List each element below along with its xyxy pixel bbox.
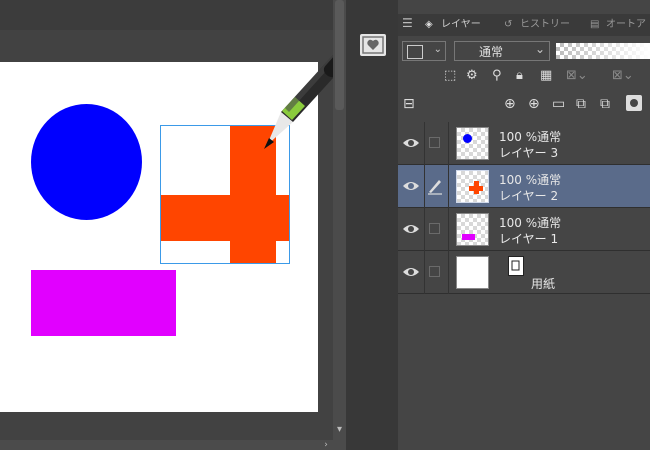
canvas-horizontal-scrollbar[interactable] [0, 440, 346, 450]
eye-icon[interactable] [402, 222, 420, 236]
vertical-scroll-thumb[interactable] [335, 0, 344, 110]
chevron-down-icon: ⌄ [534, 42, 545, 56]
layer-thumbnail [456, 127, 489, 160]
panel-menu-icon[interactable]: ☰ [402, 16, 413, 30]
lock-transparency-icon[interactable]: ⚲ [492, 68, 502, 83]
scroll-down-arrow-icon[interactable]: ▾ [333, 422, 346, 438]
layer-list-empty-area [398, 295, 650, 450]
layer-name: レイヤー 2 [499, 189, 559, 203]
layer-row[interactable]: 100 %通常 レイヤー 1 [398, 208, 650, 251]
scroll-right-arrow-icon[interactable]: › [320, 440, 332, 450]
tab-layers[interactable]: ◈ レイヤー [425, 14, 481, 36]
history-icon: ↺ [504, 19, 513, 30]
layer-opacity-mode: 100 %通常 [499, 130, 562, 144]
mask-icon[interactable]: ⊠⌄ [612, 68, 634, 83]
eye-icon[interactable] [402, 265, 420, 279]
layer-thumbnail [456, 170, 489, 203]
draft-layer-icon[interactable]: ⚙ [466, 68, 478, 83]
layer-color-swatch[interactable]: ⌄ [402, 41, 446, 61]
layer-thumbnail [456, 256, 489, 289]
lock-layer-icon[interactable]: 🔒︎ [516, 68, 523, 83]
reference-layer-icon[interactable]: ⬚ [444, 68, 456, 83]
layer-name: レイヤー 1 [499, 232, 559, 246]
eye-icon[interactable] [402, 179, 420, 193]
layer-select-checkbox[interactable] [429, 137, 440, 148]
magenta-rectangle-shape [31, 270, 176, 336]
layer-select-checkbox[interactable] [429, 223, 440, 234]
tab-history[interactable]: ↺ ヒストリー [504, 14, 570, 36]
paper-layer-icon [508, 256, 524, 276]
layer-row-paper[interactable]: 用紙 [398, 251, 650, 294]
blue-circle-shape [31, 104, 142, 220]
panel-dock-strip [346, 0, 398, 450]
merge-layer-icon[interactable]: ⧉ [600, 96, 610, 112]
blend-mode-value: 通常 [479, 45, 504, 59]
tab-auto-action[interactable]: ▤ オートア [590, 14, 646, 36]
transfer-layer-icon[interactable]: ⧉ [576, 96, 586, 112]
blend-mode-select[interactable]: 通常 ⌄ [454, 41, 550, 61]
new-raster-layer-icon[interactable]: ⊕ [504, 96, 516, 112]
eye-icon[interactable] [402, 136, 420, 150]
new-folder-icon[interactable]: ▭ [552, 96, 565, 112]
layer-name: レイヤー 3 [499, 146, 559, 160]
auto-action-icon: ▤ [590, 19, 600, 30]
favorite-heart-icon[interactable] [360, 34, 386, 56]
clip-icon[interactable]: ⊠⌄ [566, 68, 588, 83]
layer-select-checkbox[interactable] [429, 266, 440, 277]
layer-opacity-mode: 100 %通常 [499, 173, 562, 187]
layers-icon: ◈ [425, 19, 433, 30]
layer-thumbnail [456, 213, 489, 246]
layer-mask-icon[interactable] [626, 95, 642, 111]
lock-alpha-icon[interactable]: ▦ [540, 68, 552, 83]
opacity-slider[interactable] [556, 43, 650, 59]
layer-opacity-mode: 100 %通常 [499, 216, 562, 230]
pen-edit-icon [428, 180, 442, 195]
layer-row[interactable]: 100 %通常 レイヤー 3 [398, 122, 650, 165]
new-vector-layer-icon[interactable]: ⊕ [528, 96, 540, 112]
chevron-down-icon: ⌄ [433, 44, 442, 55]
layer-properties-icon[interactable]: ⊟ [403, 96, 415, 112]
layer-row-selected[interactable]: 100 %通常 レイヤー 2 [398, 165, 650, 208]
layer-name: 用紙 [531, 277, 556, 291]
